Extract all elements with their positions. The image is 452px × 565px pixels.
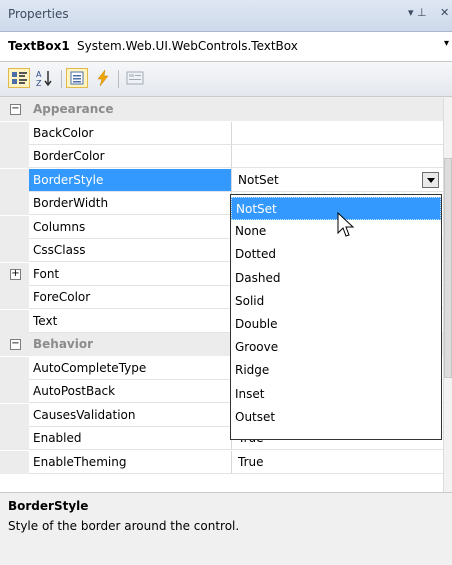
panel-title: Properties [8, 7, 69, 21]
property-grid-scrollbar[interactable] [443, 98, 452, 492]
mouse-cursor-icon [337, 212, 355, 237]
dropdown-option[interactable]: Double [231, 313, 441, 336]
dropdown-option[interactable]: Solid [231, 290, 441, 313]
property-value[interactable]: True [231, 450, 443, 474]
row-gutter: + [0, 262, 29, 286]
row-gutter: − [0, 98, 29, 121]
property-value-text: True [238, 454, 264, 469]
row-gutter [0, 168, 29, 192]
row-gutter [0, 309, 29, 333]
row-gutter [0, 121, 29, 145]
property-row[interactable]: BorderColor [0, 145, 443, 168]
svg-text:A: A [36, 70, 42, 79]
object-name: TextBox1 [8, 39, 70, 53]
row-gutter [0, 380, 29, 403]
property-name: BorderColor [29, 145, 231, 168]
category-label: Appearance [29, 98, 443, 121]
row-gutter: − [0, 333, 29, 356]
svg-text:Z: Z [36, 79, 42, 88]
dropdown-option[interactable]: Groove [231, 336, 441, 359]
property-name: AutoCompleteType [29, 357, 231, 380]
row-gutter [0, 427, 29, 450]
property-name: Font [29, 263, 231, 286]
property-name: EnableTheming [29, 451, 231, 474]
row-gutter [0, 192, 29, 215]
alphabetical-icon[interactable]: A Z [34, 68, 56, 88]
collapse-icon[interactable]: − [10, 104, 21, 115]
property-name: BorderWidth [29, 192, 231, 215]
categorized-icon[interactable] [8, 68, 30, 88]
object-type: System.Web.UI.WebControls.TextBox [77, 39, 298, 53]
pin-icon[interactable]: ▾ ⊥ [408, 6, 427, 19]
description-text: Style of the border around the control. [8, 519, 240, 533]
property-name: CssClass [29, 239, 231, 262]
property-name: CausesValidation [29, 404, 231, 427]
toolbar-separator [118, 70, 119, 88]
row-gutter [0, 286, 29, 309]
property-name: BackColor [29, 122, 231, 145]
property-name: ForeColor [29, 286, 231, 309]
object-dropdown-icon[interactable]: ▾ [444, 38, 449, 49]
row-gutter [0, 145, 29, 168]
category-row[interactable]: − Appearance [0, 98, 443, 121]
properties-icon[interactable] [66, 68, 88, 88]
property-name: AutoPostBack [29, 380, 231, 403]
property-value[interactable] [231, 145, 443, 168]
toolbar-separator [61, 70, 62, 88]
scrollbar-thumb[interactable] [444, 158, 452, 378]
description-panel: BorderStyle Style of the border around t… [0, 492, 452, 565]
property-value-text: NotSet [238, 172, 279, 187]
property-pages-icon[interactable] [124, 68, 146, 88]
dropdown-arrow-icon[interactable] [422, 171, 439, 188]
property-value[interactable] [231, 121, 443, 145]
property-row[interactable]: BackColor [0, 121, 443, 145]
row-gutter [0, 215, 29, 239]
property-name: Text [29, 310, 231, 333]
property-row[interactable]: BorderStyle NotSet [0, 168, 443, 192]
row-gutter [0, 239, 29, 262]
events-icon[interactable] [92, 68, 114, 88]
dropdown-option[interactable]: Inset [231, 383, 441, 406]
collapse-icon[interactable]: − [10, 339, 21, 350]
description-title: BorderStyle [8, 499, 89, 513]
properties-toolbar: A Z [0, 62, 452, 97]
property-name: Enabled [29, 427, 231, 450]
row-gutter [0, 356, 29, 380]
property-value[interactable]: NotSet [231, 168, 443, 192]
dropdown-option[interactable]: Ridge [231, 359, 441, 382]
object-selector[interactable]: TextBox1 System.Web.UI.WebControls.TextB… [0, 32, 452, 62]
dropdown-option[interactable]: Dotted [231, 243, 441, 266]
dropdown-option[interactable]: Outset [231, 406, 441, 429]
row-gutter [0, 450, 29, 474]
close-icon[interactable]: ✕ [440, 6, 449, 19]
properties-titlebar: Properties ▾ ⊥ ✕ [0, 0, 452, 32]
property-row[interactable]: EnableTheming True [0, 450, 443, 474]
row-gutter [0, 403, 29, 427]
dropdown-option[interactable]: Dashed [231, 267, 441, 290]
expand-icon[interactable]: + [10, 268, 21, 280]
property-name: BorderStyle [29, 168, 231, 192]
property-name: Columns [29, 216, 231, 239]
